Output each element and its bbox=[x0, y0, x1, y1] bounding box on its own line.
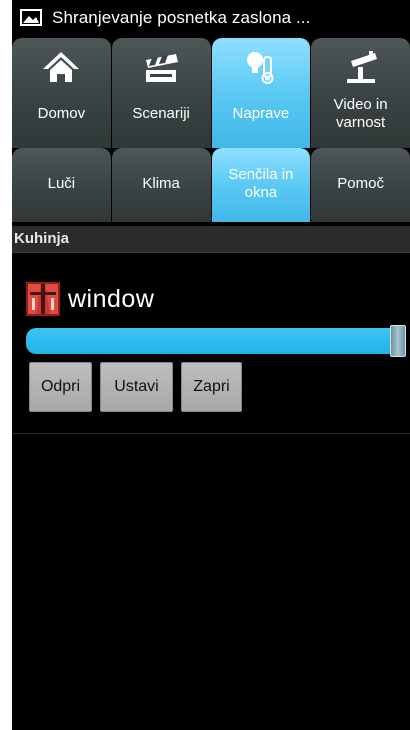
devices-icon bbox=[212, 48, 311, 86]
tab-scenarios[interactable]: Scenariji bbox=[111, 38, 211, 148]
position-slider[interactable] bbox=[26, 325, 410, 357]
tab-blinds-windows[interactable]: Senčila in okna bbox=[211, 148, 311, 222]
tab-devices[interactable]: Naprave bbox=[211, 38, 311, 148]
app-screen: Shranjevanje posnetka zaslona ... Domov bbox=[12, 0, 410, 730]
status-bar: Shranjevanje posnetka zaslona ... bbox=[12, 0, 410, 35]
section-divider bbox=[12, 252, 410, 253]
screenshot-icon bbox=[20, 9, 42, 26]
tab-scenarios-label: Scenariji bbox=[132, 105, 190, 122]
open-button[interactable]: Odpri bbox=[29, 362, 92, 412]
control-buttons: Odpri Ustavi Zapri bbox=[29, 362, 250, 412]
tab-climate[interactable]: Klima bbox=[111, 148, 211, 222]
tab-home[interactable]: Domov bbox=[12, 38, 111, 148]
tab-grid: Domov Scenariji Naprave Video in varnost… bbox=[12, 38, 410, 222]
camera-icon bbox=[311, 48, 410, 86]
device-header: window bbox=[26, 282, 154, 316]
main-tab-row: Domov Scenariji Naprave Video in varnost bbox=[12, 38, 410, 148]
tab-video-security[interactable]: Video in varnost bbox=[311, 38, 410, 148]
notification-text: Shranjevanje posnetka zaslona ... bbox=[52, 7, 311, 27]
tab-lights[interactable]: Luči bbox=[12, 148, 111, 222]
home-icon bbox=[12, 48, 111, 86]
tab-help-label: Pomoč bbox=[337, 175, 384, 192]
tab-video-security-label: Video in varnost bbox=[333, 96, 388, 131]
tab-help[interactable]: Pomoč bbox=[311, 148, 410, 222]
slider-handle[interactable] bbox=[390, 325, 406, 357]
tab-home-label: Domov bbox=[37, 105, 86, 122]
scenario-icon bbox=[112, 48, 211, 86]
room-section-header: Kuhinja bbox=[12, 226, 410, 252]
tab-lights-label: Luči bbox=[47, 175, 76, 192]
tab-devices-label: Naprave bbox=[232, 105, 290, 122]
item-divider bbox=[12, 433, 410, 434]
stop-button[interactable]: Ustavi bbox=[100, 362, 173, 412]
device-name: window bbox=[68, 284, 155, 313]
tab-blinds-windows-label: Senčila in okna bbox=[228, 166, 294, 201]
blinds-window-icon bbox=[26, 282, 60, 316]
slider-track[interactable] bbox=[26, 328, 406, 354]
tab-climate-label: Klima bbox=[142, 175, 180, 192]
sub-tab-row: Luči Klima Senčila in okna Pomoč bbox=[12, 148, 410, 222]
close-button[interactable]: Zapri bbox=[181, 362, 242, 412]
